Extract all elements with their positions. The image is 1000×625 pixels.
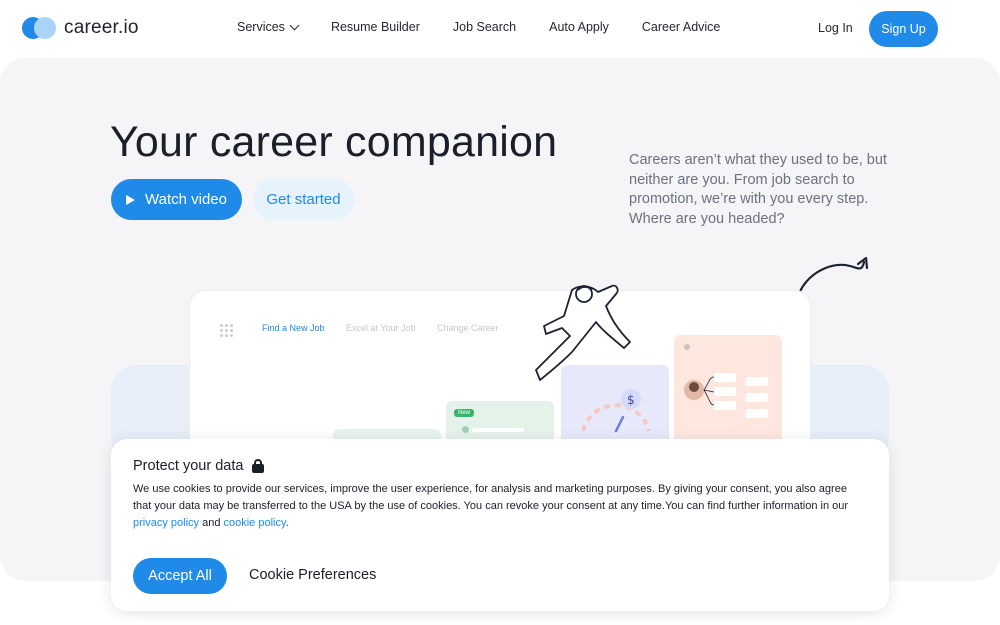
grid-dots-icon — [220, 324, 233, 337]
svg-text:$: $ — [627, 393, 635, 407]
site-header: career.io Services Resume Builder Job Se… — [0, 0, 1000, 58]
cookie-end-text: . — [285, 517, 289, 529]
main-nav: Services Resume Builder Job Search Auto … — [237, 20, 753, 34]
logo-mark-icon — [22, 17, 56, 39]
watch-video-label: Watch video — [145, 191, 227, 208]
jumping-person-illustration — [535, 284, 631, 381]
preview-tab-excel-job: Excel at Your Job — [346, 323, 416, 333]
preview-tab-change-career: Change Career — [437, 323, 499, 333]
logo[interactable]: career.io — [22, 17, 139, 39]
signup-button[interactable]: Sign Up — [869, 11, 938, 47]
nav-item-auto-apply[interactable]: Auto Apply — [549, 20, 609, 34]
nav-item-career-advice[interactable]: Career Advice — [642, 20, 721, 34]
nav-item-label: Auto Apply — [549, 20, 609, 34]
get-started-button[interactable]: Get started — [253, 179, 354, 220]
nav-item-label: Career Advice — [641, 20, 721, 34]
cookie-consent-dialog: Protect your data We use cookies to prov… — [111, 439, 889, 611]
cookie-policy-link[interactable]: cookie policy — [224, 517, 286, 529]
nav-item-services[interactable]: Services — [237, 20, 300, 34]
nav-item-job-search[interactable]: Job Search — [453, 20, 516, 34]
lock-icon — [252, 459, 265, 473]
chevron-down-icon — [289, 20, 300, 30]
nav-item-label: Services — [237, 20, 285, 34]
play-icon — [126, 194, 135, 205]
cookie-and-text: and — [199, 517, 224, 529]
nav-item-resume-builder[interactable]: Resume Builder — [331, 20, 420, 34]
hero-description: Careers aren’t what they used to be, but… — [629, 152, 887, 227]
cookie-dialog-text: We use cookies to provide our services, … — [133, 481, 868, 532]
preview-tab-find-job: Find a New Job — [262, 323, 325, 333]
hero-title: Your career companion — [110, 118, 558, 166]
nav-item-label: Resume Builder — [330, 20, 420, 34]
nav-item-label: Job Search — [452, 20, 517, 34]
watch-video-button[interactable]: Watch video — [111, 179, 242, 220]
privacy-policy-link[interactable]: privacy policy — [133, 517, 199, 529]
new-badge: New — [454, 409, 475, 417]
cookie-body-text: We use cookies to provide our services, … — [133, 483, 849, 512]
login-link[interactable]: Log In — [818, 21, 853, 35]
cookie-preferences-button[interactable]: Cookie Preferences — [249, 567, 376, 583]
accept-all-button[interactable]: Accept All — [133, 558, 227, 594]
cookie-dialog-title: Protect your data — [133, 458, 265, 474]
logo-text: career.io — [64, 17, 139, 38]
cookie-title-text: Protect your data — [133, 458, 244, 474]
